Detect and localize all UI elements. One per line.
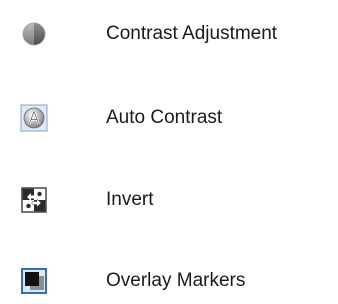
- auto-contrast-icon: [20, 104, 48, 132]
- legend-label: Contrast Adjustment: [106, 23, 278, 44]
- legend-label: Invert: [106, 189, 154, 210]
- legend-item-overlay-markers: Overlay Markers: [0, 261, 338, 301]
- icon-legend: Contrast Adjustment Auto Contrast Invert…: [0, 0, 338, 304]
- legend-item-invert: Invert: [0, 180, 338, 220]
- overlay-markers-icon: [20, 267, 48, 295]
- legend-label: Overlay Markers: [106, 270, 246, 291]
- contrast-adjustment-icon: [20, 20, 48, 48]
- legend-item-contrast-adjustment: Contrast Adjustment: [0, 14, 338, 54]
- invert-icon: [20, 186, 48, 214]
- legend-item-auto-contrast: Auto Contrast: [0, 98, 338, 138]
- legend-label: Auto Contrast: [106, 107, 223, 128]
